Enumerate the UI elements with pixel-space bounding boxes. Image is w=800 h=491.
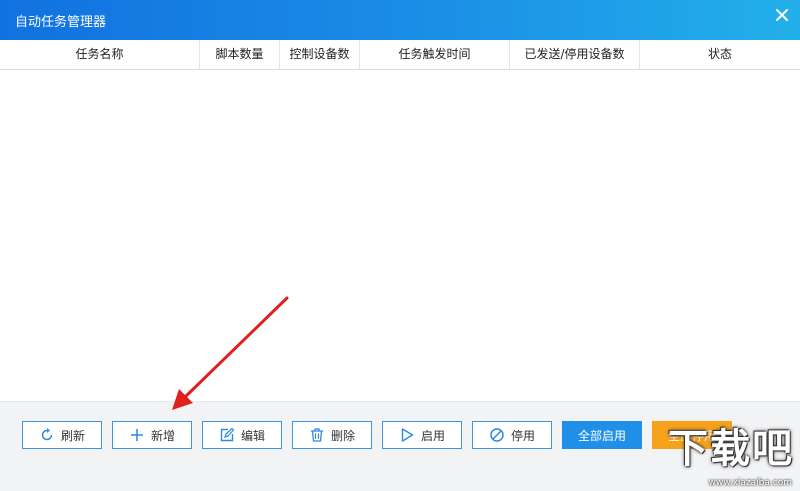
trash-icon — [309, 427, 325, 443]
stop-icon — [489, 427, 505, 443]
enable-all-label: 全部启用 — [577, 428, 626, 443]
column-header-sent-disabled[interactable]: 已发送/停用设备数 — [510, 40, 640, 69]
refresh-label: 刷新 — [60, 428, 85, 443]
column-header-task-name[interactable]: 任务名称 — [0, 40, 200, 69]
close-icon[interactable] — [773, 6, 791, 24]
column-header-status[interactable]: 状态 — [640, 40, 800, 69]
add-label: 新增 — [150, 428, 175, 443]
add-button[interactable]: 新增 — [112, 421, 192, 449]
enable-label: 启用 — [420, 428, 445, 443]
refresh-icon — [39, 427, 55, 443]
disable-label: 停用 — [510, 428, 535, 443]
toolbar: 刷新 新增 编辑 删除 启用 停用 全部启用 全部停用 — [0, 401, 800, 491]
enable-button[interactable]: 启用 — [382, 421, 462, 449]
disable-all-button[interactable]: 全部停用 — [652, 421, 732, 449]
edit-icon — [219, 427, 235, 443]
column-header-device-count[interactable]: 控制设备数 — [280, 40, 360, 69]
task-list[interactable] — [0, 70, 800, 401]
refresh-button[interactable]: 刷新 — [22, 421, 102, 449]
delete-button[interactable]: 删除 — [292, 421, 372, 449]
title-bar: 自动任务管理器 — [0, 0, 800, 40]
disable-button[interactable]: 停用 — [472, 421, 552, 449]
table-header: 任务名称 脚本数量 控制设备数 任务触发时间 已发送/停用设备数 状态 — [0, 40, 800, 70]
column-header-script-count[interactable]: 脚本数量 — [200, 40, 280, 69]
plus-icon — [129, 427, 145, 443]
delete-label: 删除 — [330, 428, 355, 443]
window-title: 自动任务管理器 — [15, 15, 107, 30]
disable-all-label: 全部停用 — [667, 428, 716, 443]
edit-label: 编辑 — [240, 428, 265, 443]
column-header-trigger-time[interactable]: 任务触发时间 — [360, 40, 510, 69]
enable-all-button[interactable]: 全部启用 — [562, 421, 642, 449]
play-icon — [399, 427, 415, 443]
edit-button[interactable]: 编辑 — [202, 421, 282, 449]
